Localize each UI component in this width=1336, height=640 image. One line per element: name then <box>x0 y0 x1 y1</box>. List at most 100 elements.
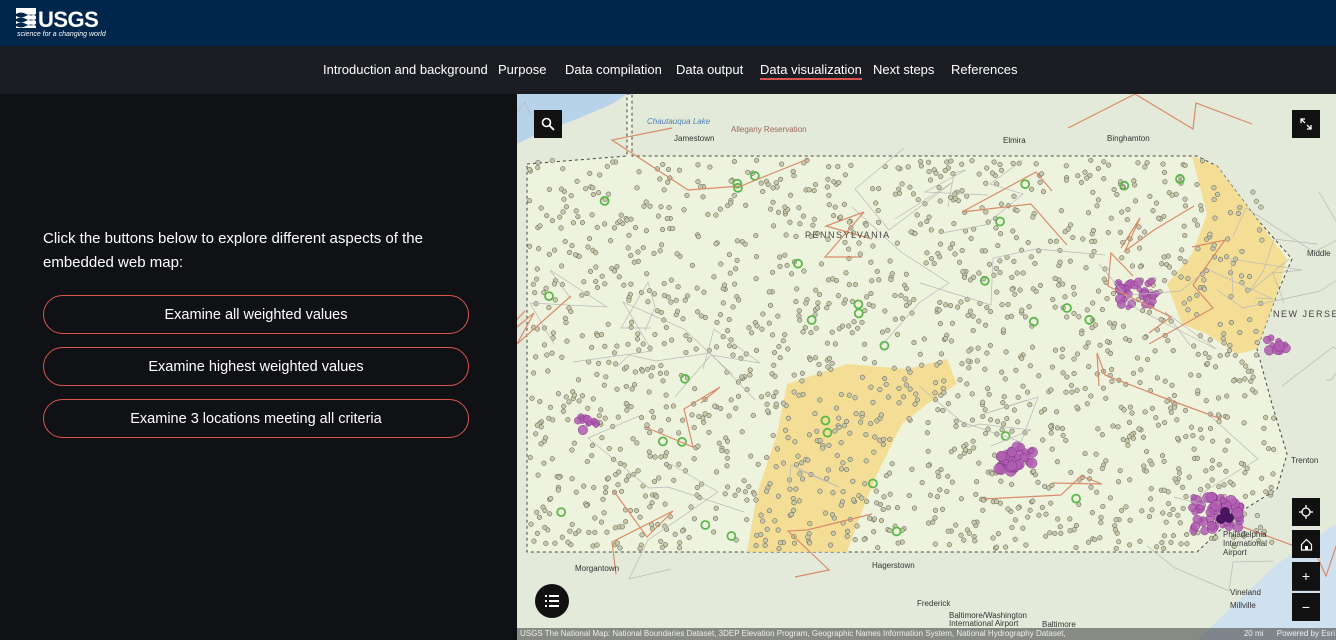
site-point[interactable] <box>791 372 797 378</box>
site-point[interactable] <box>1003 349 1009 355</box>
site-point[interactable] <box>881 494 887 500</box>
site-point[interactable] <box>676 430 682 436</box>
site-point[interactable] <box>635 258 641 264</box>
site-point[interactable] <box>842 239 848 245</box>
site-point[interactable] <box>1207 231 1213 237</box>
site-point[interactable] <box>1249 387 1255 393</box>
site-point[interactable] <box>826 202 832 208</box>
site-point[interactable] <box>1175 435 1181 441</box>
site-point[interactable] <box>1152 348 1158 354</box>
site-point[interactable] <box>955 393 961 399</box>
site-point[interactable] <box>892 191 898 197</box>
site-point[interactable] <box>542 435 549 441</box>
site-point[interactable] <box>969 158 975 164</box>
site-point[interactable] <box>727 343 733 349</box>
site-point[interactable] <box>589 453 595 459</box>
site-point[interactable] <box>1237 378 1243 384</box>
site-point[interactable] <box>534 266 540 272</box>
site-point[interactable] <box>832 204 838 210</box>
site-point[interactable] <box>1098 520 1104 526</box>
site-point[interactable] <box>1067 258 1073 264</box>
site-point[interactable] <box>892 293 898 299</box>
site-point[interactable] <box>713 505 719 511</box>
site-point[interactable] <box>1091 248 1097 255</box>
site-point[interactable] <box>1263 489 1269 495</box>
site-point[interactable] <box>813 287 819 293</box>
site-point[interactable] <box>731 159 737 165</box>
site-point[interactable] <box>602 221 608 227</box>
site-point[interactable] <box>724 438 731 444</box>
weighted-site-point[interactable] <box>1273 340 1286 352</box>
weighted-site-point[interactable] <box>993 463 1005 475</box>
site-point[interactable] <box>875 219 882 225</box>
site-point[interactable] <box>1009 428 1015 434</box>
site-point[interactable] <box>705 211 711 217</box>
site-point[interactable] <box>894 505 900 511</box>
site-point[interactable] <box>1209 465 1215 471</box>
site-point[interactable] <box>1054 459 1060 465</box>
site-point[interactable] <box>634 185 640 191</box>
site-point[interactable] <box>1110 290 1117 296</box>
site-point[interactable] <box>1217 353 1223 359</box>
site-point[interactable] <box>624 364 630 370</box>
site-point[interactable] <box>764 488 770 494</box>
site-point[interactable] <box>1191 446 1197 452</box>
site-point[interactable] <box>663 450 669 456</box>
site-point[interactable] <box>560 408 566 414</box>
site-point[interactable] <box>617 218 623 224</box>
site-point[interactable] <box>547 404 554 410</box>
site-point[interactable] <box>765 182 771 188</box>
site-point[interactable] <box>652 331 658 338</box>
site-point[interactable] <box>1093 451 1099 457</box>
site-point[interactable] <box>1036 373 1042 379</box>
site-point[interactable] <box>753 543 759 549</box>
site-point[interactable] <box>1235 210 1241 216</box>
site-point[interactable] <box>1271 415 1277 421</box>
site-point[interactable] <box>1161 533 1167 539</box>
site-point[interactable] <box>842 172 848 178</box>
site-point[interactable] <box>712 403 718 409</box>
site-point[interactable] <box>987 309 994 315</box>
site-point[interactable] <box>749 330 755 336</box>
site-point[interactable] <box>1146 309 1153 315</box>
site-point[interactable] <box>755 461 761 467</box>
site-point[interactable] <box>623 400 629 406</box>
site-point[interactable] <box>915 197 921 203</box>
site-point[interactable] <box>896 385 902 391</box>
site-point[interactable] <box>1065 226 1071 232</box>
site-point[interactable] <box>1114 191 1120 198</box>
weighted-site-point[interactable] <box>1190 493 1197 501</box>
site-point[interactable] <box>602 415 608 421</box>
site-point[interactable] <box>927 492 933 498</box>
site-point[interactable] <box>997 270 1003 276</box>
site-point[interactable] <box>970 327 976 334</box>
map-search-button[interactable] <box>534 110 562 138</box>
site-point[interactable] <box>735 393 742 399</box>
site-point[interactable] <box>1067 516 1073 522</box>
site-point[interactable] <box>774 446 780 452</box>
site-point[interactable] <box>628 319 635 325</box>
site-point[interactable] <box>663 392 669 398</box>
site-point[interactable] <box>874 500 880 506</box>
site-point[interactable] <box>876 277 882 283</box>
site-point[interactable] <box>527 243 533 249</box>
site-point[interactable] <box>574 178 580 184</box>
site-point[interactable] <box>1084 307 1090 313</box>
site-point[interactable] <box>1241 420 1247 426</box>
site-point[interactable] <box>970 313 976 319</box>
site-point[interactable] <box>1106 162 1112 168</box>
site-point[interactable] <box>1112 527 1118 533</box>
site-point[interactable] <box>1127 337 1133 343</box>
site-point[interactable] <box>937 198 943 204</box>
site-point[interactable] <box>566 399 572 405</box>
site-point[interactable] <box>661 187 667 193</box>
site-point[interactable] <box>815 305 821 311</box>
site-point[interactable] <box>575 214 581 220</box>
site-point[interactable] <box>940 407 946 414</box>
site-point[interactable] <box>785 346 791 352</box>
site-point[interactable] <box>643 199 649 205</box>
site-point[interactable] <box>1009 286 1015 292</box>
site-point[interactable] <box>1165 338 1171 344</box>
site-point[interactable] <box>670 226 676 232</box>
site-point[interactable] <box>888 277 894 283</box>
